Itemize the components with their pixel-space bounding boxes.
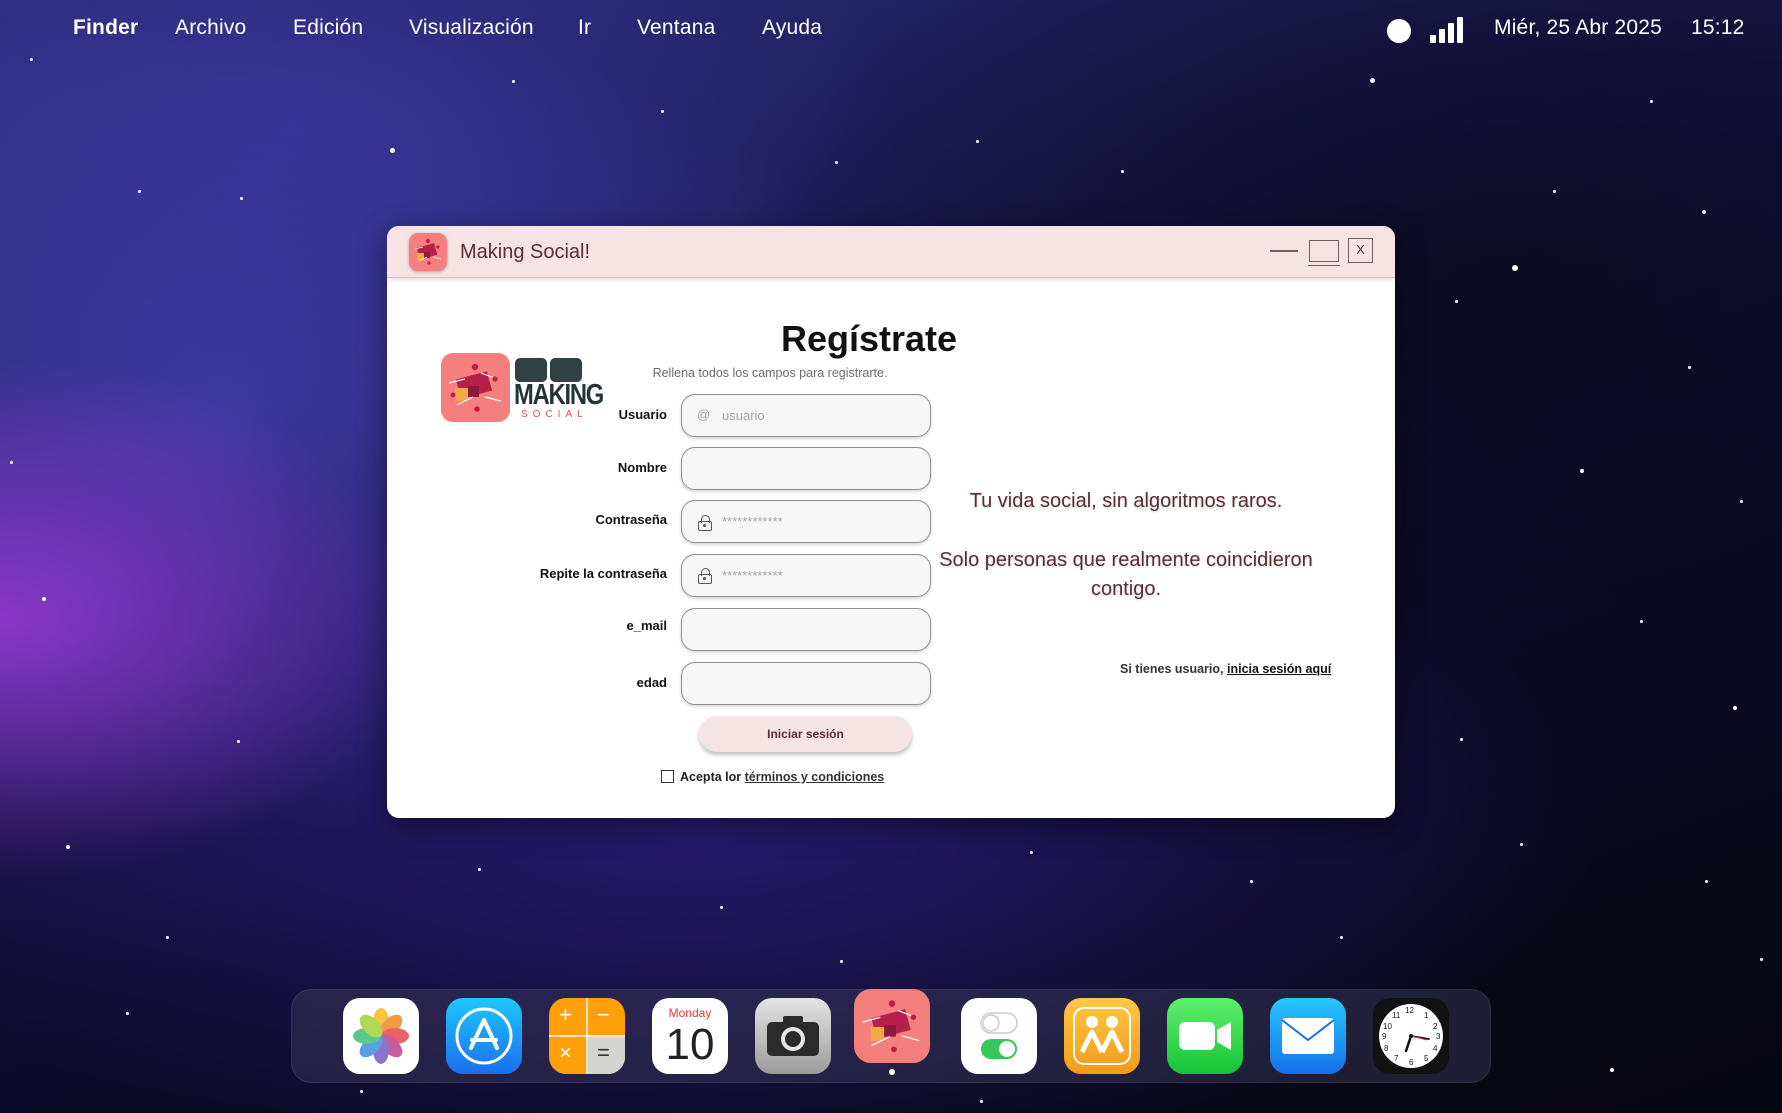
at-icon: @ — [697, 407, 711, 422]
active-app-indicator — [889, 1069, 895, 1075]
clock-numeral-2: 2 — [1433, 1022, 1438, 1031]
calc-plus: + — [559, 1002, 572, 1027]
edad-input[interactable] — [681, 662, 931, 705]
facetime-icon[interactable] — [1167, 998, 1243, 1074]
menu-edicion[interactable]: Edición — [293, 16, 363, 40]
clock-numeral-9: 9 — [1382, 1032, 1387, 1041]
tagline-primary: Tu vida social, sin algoritmos raros. — [969, 490, 1283, 512]
calculator-icon[interactable]: + − × = — [549, 998, 625, 1074]
menu-ir[interactable]: Ir — [578, 16, 591, 40]
close-button[interactable]: X — [1348, 238, 1373, 263]
making-social-icon[interactable] — [854, 989, 930, 1063]
terms-row: Acepta lor términos y condiciones — [661, 770, 884, 784]
menu-ventana[interactable]: Ventana — [637, 16, 715, 40]
camera-icon[interactable] — [755, 998, 831, 1074]
making-social-app-icon — [409, 233, 447, 271]
menu-finder[interactable]: Finder — [73, 16, 138, 40]
email-input[interactable] — [681, 608, 931, 651]
clock-numeral-6: 6 — [1409, 1058, 1414, 1067]
terms-checkbox[interactable] — [661, 770, 674, 783]
password-input[interactable] — [681, 500, 931, 543]
clock-icon[interactable]: 12 1 2 3 4 5 6 7 8 9 10 11 — [1373, 998, 1449, 1074]
status-indicator-icon[interactable] — [1387, 19, 1411, 43]
form-subtitle: Rellena todos los campos para registrart… — [652, 366, 888, 380]
calc-minus: − — [597, 1002, 610, 1027]
usuario-input[interactable] — [681, 394, 931, 437]
iniciar-sesion-button[interactable]: Iniciar sesión — [699, 716, 912, 752]
signin-link[interactable]: inicia sesión aquí — [1227, 662, 1331, 676]
calendar-day-number: 10 — [665, 1020, 715, 1069]
lock-icon — [698, 568, 712, 584]
terms-link[interactable]: términos y condiciones — [745, 770, 885, 784]
clock-numeral-1: 1 — [1424, 1011, 1429, 1020]
maximize-button[interactable] — [1308, 240, 1340, 266]
window-titlebar[interactable]: Making Social! X — [387, 226, 1395, 278]
clock-numeral-4: 4 — [1433, 1044, 1438, 1053]
clock-numeral-5: 5 — [1424, 1054, 1429, 1063]
label-email: e_mail — [626, 618, 667, 633]
tagline-secondary: Solo personas que realmente coincidieron… — [939, 549, 1313, 600]
minimize-button[interactable] — [1270, 250, 1298, 252]
making-social-window: Making Social! X MAKING SOCIAL Regístrat… — [387, 226, 1395, 818]
menu-date[interactable]: Miér, 25 Abr 2025 — [1494, 16, 1662, 40]
terms-prefix: Acepta lor — [680, 770, 742, 784]
clock-numeral-10: 10 — [1383, 1022, 1392, 1031]
signin-prefix: Si tienes usuario, — [1120, 662, 1224, 676]
menu-ayuda[interactable]: Ayuda — [762, 16, 822, 40]
clock-numeral-11: 11 — [1392, 1011, 1401, 1020]
repeat-password-input[interactable] — [681, 554, 931, 597]
dock: + − × = Monday 10 12 1 2 3 4 5 6 7 8 9 1… — [291, 989, 1491, 1083]
label-repite-contrasena: Repite la contraseña — [539, 566, 667, 581]
clock-numeral-8: 8 — [1384, 1044, 1389, 1053]
signin-hint: Si tienes usuario, inicia sesión aquí — [1120, 662, 1331, 676]
label-nombre: Nombre — [617, 460, 667, 475]
clock-numeral-3: 3 — [1436, 1032, 1441, 1041]
menu-time[interactable]: 15:12 — [1691, 16, 1745, 40]
calc-times: × — [559, 1040, 572, 1065]
menu-visualizacion[interactable]: Visualización — [409, 16, 534, 40]
app-store-icon[interactable] — [446, 998, 522, 1074]
calendar-icon[interactable]: Monday 10 — [652, 998, 728, 1074]
label-usuario: Usuario — [618, 407, 667, 422]
nombre-input[interactable] — [681, 447, 931, 490]
form-title: Regístrate — [780, 318, 958, 359]
lock-icon — [698, 515, 712, 531]
label-contrasena: Contraseña — [595, 512, 667, 527]
window-title: Making Social! — [460, 241, 591, 263]
label-edad: edad — [636, 675, 667, 690]
mail-icon[interactable] — [1270, 998, 1346, 1074]
settings-toggle-icon[interactable] — [961, 998, 1037, 1074]
menu-bar: Finder Archivo Edición Visualización Ir … — [0, 0, 1782, 58]
photos-icon[interactable] — [343, 998, 419, 1074]
calendar-day-name: Monday — [668, 1006, 712, 1020]
find-my-people-icon[interactable] — [1064, 998, 1140, 1074]
clock-numeral-12: 12 — [1405, 1006, 1414, 1015]
calc-equals: = — [597, 1040, 610, 1065]
menu-archivo[interactable]: Archivo — [175, 16, 246, 40]
clock-numeral-7: 7 — [1394, 1054, 1399, 1063]
signal-strength-icon[interactable] — [1430, 17, 1464, 43]
